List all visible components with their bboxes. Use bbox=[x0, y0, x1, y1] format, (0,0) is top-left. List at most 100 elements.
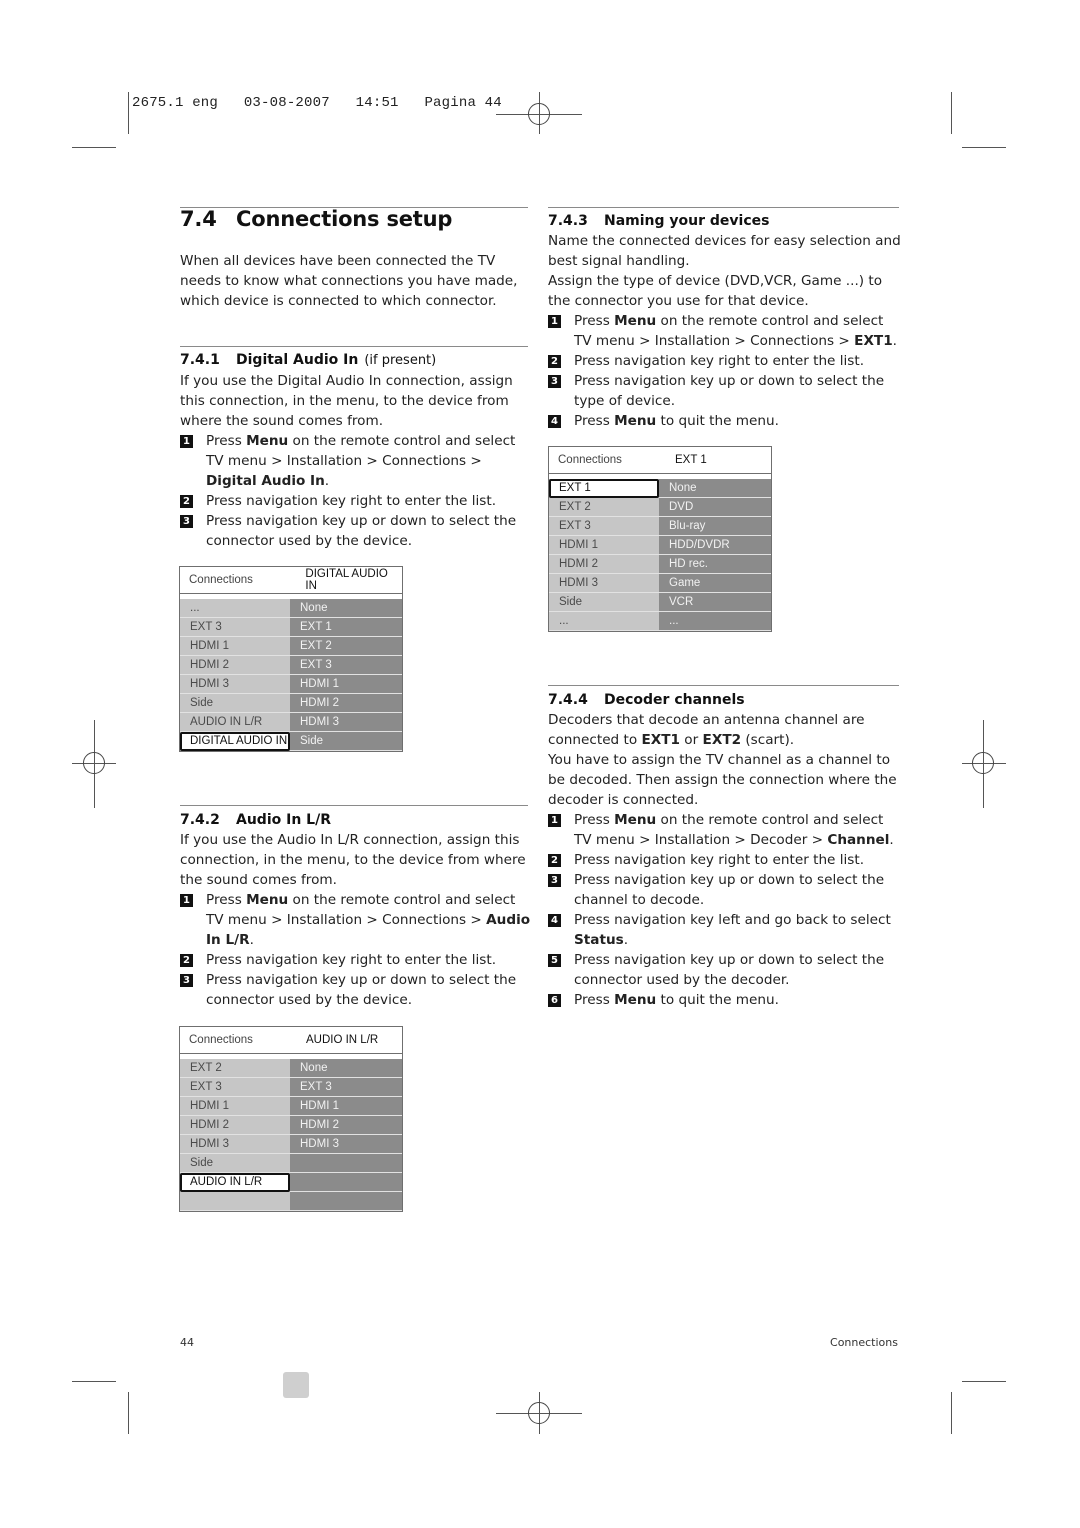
crop-mark bbox=[72, 147, 116, 148]
menu-option[interactable]: HD rec. bbox=[659, 555, 771, 574]
step: 1 Press Menu on the remote control and se… bbox=[548, 810, 904, 850]
menu-item-selected[interactable]: AUDIO IN L/R bbox=[180, 1173, 290, 1192]
menu-header: Connections DIGITAL AUDIO IN bbox=[180, 567, 402, 594]
menu-item[interactable]: EXT 2 bbox=[549, 498, 659, 517]
step-number-icon: 4 bbox=[548, 914, 561, 927]
step-number-icon: 1 bbox=[548, 814, 561, 827]
menu-item[interactable]: EXT 3 bbox=[180, 618, 290, 637]
menu-item[interactable]: HDMI 3 bbox=[180, 1135, 290, 1154]
menu-item[interactable] bbox=[180, 1192, 290, 1211]
menu-option[interactable]: HDMI 1 bbox=[290, 1097, 402, 1116]
menu-option[interactable]: EXT 1 bbox=[290, 618, 402, 637]
menu-option[interactable]: HDMI 3 bbox=[290, 713, 402, 732]
menu-item[interactable]: HDMI 1 bbox=[180, 637, 290, 656]
menu-option[interactable]: None bbox=[659, 479, 771, 498]
menu-option[interactable] bbox=[290, 1154, 402, 1173]
menu-item[interactable]: HDMI 1 bbox=[180, 1097, 290, 1116]
menu-item-selected[interactable]: EXT 1 bbox=[549, 479, 659, 498]
menu-item[interactable]: HDMI 2 bbox=[549, 555, 659, 574]
step-number-icon: 2 bbox=[548, 355, 561, 368]
menu-item[interactable]: HDMI 1 bbox=[549, 536, 659, 555]
decoder-description: Decoders that decode an antenna channel … bbox=[548, 712, 897, 808]
subsection-heading-decoder: 7.4.4 Decoder channels bbox=[548, 692, 745, 708]
audio-lr-steps: 1 Press Menu on the remote control and se… bbox=[180, 890, 532, 1010]
menu-option[interactable] bbox=[290, 1173, 402, 1192]
step: 6 Press Menu to quit the menu. bbox=[548, 990, 904, 1010]
menu-header-left: Connections bbox=[189, 574, 253, 586]
registration-circle-icon bbox=[83, 752, 105, 774]
step-number-icon: 2 bbox=[180, 954, 193, 967]
menu-item[interactable]: HDMI 2 bbox=[180, 656, 290, 675]
step: 2 Press navigation key right to enter the… bbox=[180, 950, 532, 970]
decoder-steps: 1 Press Menu on the remote control and se… bbox=[548, 810, 904, 1010]
subsection-rule bbox=[180, 346, 528, 347]
menu-option[interactable]: HDMI 2 bbox=[290, 1116, 402, 1135]
menu-right-column: None EXT 1 EXT 2 EXT 3 HDMI 1 HDMI 2 HDMI 3 Sid… bbox=[290, 599, 402, 751]
step-number-icon: 2 bbox=[180, 495, 193, 508]
menu-item[interactable]: ... bbox=[180, 599, 290, 618]
step-number-icon: 5 bbox=[548, 954, 561, 967]
step: 2 Press navigation key right to enter the… bbox=[180, 491, 532, 511]
step: 3 Press navigation key up or down to sele… bbox=[548, 870, 904, 910]
crop-mark bbox=[951, 1392, 952, 1434]
menu-item[interactable]: Side bbox=[180, 694, 290, 713]
menu-item[interactable]: EXT 3 bbox=[180, 1078, 290, 1097]
menu-item-selected[interactable]: DIGITAL AUDIO IN bbox=[180, 732, 290, 751]
menu-option[interactable]: EXT 3 bbox=[290, 656, 402, 675]
menu-option[interactable]: HDMI 1 bbox=[290, 675, 402, 694]
crop-mark bbox=[128, 1392, 129, 1434]
menu-item[interactable]: EXT 3 bbox=[549, 517, 659, 536]
menu-item[interactable]: HDMI 2 bbox=[180, 1116, 290, 1135]
step-number-icon: 3 bbox=[180, 974, 193, 987]
print-slug: 2675.1 eng 03-08-2007 14:51 Pagina 44 bbox=[132, 95, 502, 111]
menu-header-right: AUDIO IN L/R bbox=[306, 1034, 379, 1046]
menu-option[interactable]: HDD/DVDR bbox=[659, 536, 771, 555]
subsection-rule bbox=[548, 207, 899, 208]
menu-option[interactable]: Game bbox=[659, 574, 771, 593]
step-number-icon: 1 bbox=[180, 894, 193, 907]
menu-item[interactable]: HDMI 3 bbox=[549, 574, 659, 593]
menu-item[interactable]: Side bbox=[549, 593, 659, 612]
naming-menu: Connections EXT 1 EXT 1 EXT 2 EXT 3 HDMI 1 HDM… bbox=[548, 446, 772, 632]
step: 2 Press navigation key right to enter the… bbox=[548, 351, 904, 371]
menu-option[interactable]: VCR bbox=[659, 593, 771, 612]
step: 2 Press navigation key right to enter the… bbox=[548, 850, 904, 870]
menu-left-column: EXT 2 EXT 3 HDMI 1 HDMI 2 HDMI 3 Side AUDIO IN… bbox=[180, 1059, 290, 1211]
step-number-icon: 3 bbox=[548, 874, 561, 887]
menu-item[interactable]: ... bbox=[549, 612, 659, 631]
menu-option[interactable]: HDMI 2 bbox=[290, 694, 402, 713]
menu-option[interactable]: HDMI 3 bbox=[290, 1135, 402, 1154]
registration-circle-icon bbox=[528, 103, 550, 125]
registration-circle-icon bbox=[528, 1402, 550, 1424]
menu-option[interactable] bbox=[290, 1192, 402, 1211]
section-title: Connections setup bbox=[236, 207, 453, 231]
menu-left-column: ... EXT 3 HDMI 1 HDMI 2 HDMI 3 Side AUDIO IN L… bbox=[180, 599, 290, 751]
subsection-rule bbox=[180, 805, 528, 806]
menu-header: Connections EXT 1 bbox=[549, 447, 771, 474]
naming-steps: 1 Press Menu on the remote control and se… bbox=[548, 311, 904, 431]
menu-option[interactable]: ... bbox=[659, 612, 771, 631]
page-number: 44 bbox=[180, 1336, 194, 1349]
step: 3 Press navigation key up or down to sele… bbox=[548, 371, 904, 411]
menu-item[interactable]: HDMI 3 bbox=[180, 675, 290, 694]
crop-mark bbox=[72, 1381, 116, 1382]
menu-item[interactable]: Side bbox=[180, 1154, 290, 1173]
naming-description: Name the connected devices for easy sele… bbox=[548, 233, 901, 309]
registration-circle-icon bbox=[972, 752, 994, 774]
menu-option[interactable]: EXT 3 bbox=[290, 1078, 402, 1097]
menu-option[interactable]: None bbox=[290, 599, 402, 618]
menu-option[interactable]: Side bbox=[290, 732, 402, 751]
menu-right-column: None EXT 3 HDMI 1 HDMI 2 HDMI 3 bbox=[290, 1059, 402, 1211]
step: 3 Press navigation key up or down to sele… bbox=[180, 511, 532, 551]
menu-item[interactable]: AUDIO IN L/R bbox=[180, 713, 290, 732]
menu-option[interactable]: EXT 2 bbox=[290, 637, 402, 656]
step: 4 Press Menu to quit the menu. bbox=[548, 411, 904, 431]
subsection-heading-digital-audio: 7.4.1 Digital Audio In (if present) bbox=[180, 352, 437, 368]
subsection-rule bbox=[548, 685, 899, 686]
menu-item[interactable]: EXT 2 bbox=[180, 1059, 290, 1078]
menu-option[interactable]: None bbox=[290, 1059, 402, 1078]
menu-option[interactable]: Blu-ray bbox=[659, 517, 771, 536]
menu-option[interactable]: DVD bbox=[659, 498, 771, 517]
menu-header-right: DIGITAL AUDIO IN bbox=[305, 568, 388, 592]
step-number-icon: 1 bbox=[180, 435, 193, 448]
